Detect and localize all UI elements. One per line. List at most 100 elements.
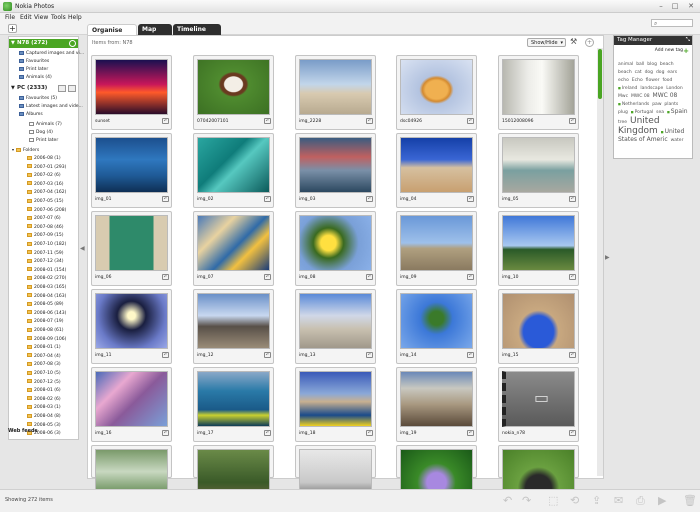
expand-right-panel-icon[interactable]: ▶ — [605, 254, 610, 261]
album-item[interactable]: Dog (4) — [29, 129, 53, 136]
tab-timeline[interactable]: Timeline — [173, 24, 221, 35]
tag-item[interactable]: food — [662, 78, 672, 83]
photo-thumbnail[interactable]: img_13 ↶ — [295, 289, 376, 364]
undo-icon[interactable]: ↶ — [503, 494, 512, 507]
tag-item[interactable]: ears — [667, 70, 677, 75]
tag-item[interactable]: London — [666, 86, 683, 91]
folder-item[interactable]: 2008-01 (6) — [27, 387, 61, 394]
folder-item[interactable]: 2006-08 (1) — [27, 155, 61, 162]
photo-thumbnail[interactable]: ▭ nokia_n78 ↶ — [498, 367, 579, 442]
photo-image[interactable] — [197, 137, 270, 193]
photo-image[interactable] — [502, 215, 575, 271]
share-flag-icon[interactable]: ↶ — [162, 274, 169, 280]
photo-image[interactable] — [400, 59, 473, 115]
folder-item[interactable]: 2008-02 (270) — [27, 275, 66, 282]
maximize-button[interactable]: □ — [668, 1, 682, 11]
sidebar-item[interactable]: Favourites — [19, 58, 49, 65]
tag-item[interactable]: cat — [635, 70, 642, 75]
folder-item[interactable]: 2007-04 (162) — [27, 189, 66, 196]
photo-image[interactable] — [400, 371, 473, 427]
photo-image[interactable] — [299, 293, 372, 349]
sidebar-item-web-feeds[interactable]: Web feeds — [8, 428, 38, 435]
menu-help[interactable]: Help — [68, 14, 82, 21]
photo-thumbnail[interactable]: img_08 ↶ — [295, 211, 376, 286]
menu-file[interactable]: File — [5, 14, 15, 21]
share-flag-icon[interactable]: ↶ — [162, 430, 169, 436]
photo-image[interactable] — [95, 215, 168, 271]
photo-thumbnail[interactable]: img_15 ↶ — [498, 289, 579, 364]
folder-item[interactable]: 2008-02 (6) — [27, 396, 61, 403]
photo-image[interactable] — [197, 59, 270, 115]
tag-item[interactable]: plants — [664, 102, 678, 107]
photo-image[interactable] — [197, 293, 270, 349]
folder-item[interactable]: 2007-10 (182) — [27, 241, 66, 248]
close-icon[interactable]: ⤡ — [686, 36, 690, 45]
photo-thumbnail[interactable]: img_2228 ↶ — [295, 55, 376, 130]
photo-image[interactable] — [299, 137, 372, 193]
tag-item[interactable]: Mwc — [618, 94, 628, 99]
folder-item[interactable]: 2007-05 (15) — [27, 198, 63, 205]
tag-item[interactable]: beach — [660, 62, 674, 67]
folder-item[interactable]: 2008-05 (89) — [27, 301, 63, 308]
folder-item[interactable]: 2008-09 (106) — [27, 336, 66, 343]
photo-thumbnail[interactable]: img_03 ↶ — [295, 133, 376, 208]
folder-item[interactable]: 2007-03 (16) — [27, 181, 63, 188]
photo-thumbnail[interactable] — [193, 445, 274, 505]
tag-item[interactable]: water — [671, 138, 684, 143]
menu-edit[interactable]: Edit — [20, 14, 32, 21]
search-input[interactable]: ⌕ — [651, 19, 693, 27]
minimize-button[interactable]: – — [654, 1, 668, 11]
folder-item[interactable]: 2008-04 (163) — [27, 293, 66, 300]
sync-icon[interactable] — [69, 40, 76, 47]
share-flag-icon[interactable]: ↶ — [366, 274, 373, 280]
share-flag-icon[interactable]: ↶ — [467, 274, 474, 280]
list-view-icon[interactable] — [58, 85, 66, 92]
add-plus-icon[interactable]: + — [8, 24, 17, 33]
sidebar-item[interactable]: Favourites (5) — [19, 95, 57, 102]
photo-image[interactable] — [400, 137, 473, 193]
photo-thumbnail[interactable]: img_16 ↶ — [91, 367, 172, 442]
tag-item[interactable]: United Kingdom — [618, 116, 660, 136]
share-flag-icon[interactable]: ↶ — [569, 196, 576, 202]
sidebar-item[interactable]: Albums — [19, 111, 43, 118]
sidebar-item-folders[interactable]: ▾ Folders — [12, 146, 39, 153]
share-flag-icon[interactable]: ↶ — [366, 118, 373, 124]
tag-item[interactable]: beach — [618, 70, 632, 75]
grid-view-icon[interactable] — [68, 85, 76, 92]
tag-item[interactable]: plug — [618, 110, 628, 115]
share-flag-icon[interactable]: ↶ — [569, 274, 576, 280]
share-flag-icon[interactable]: ↶ — [569, 118, 576, 124]
share-flag-icon[interactable]: ↶ — [467, 118, 474, 124]
photo-image[interactable] — [502, 293, 575, 349]
folder-item[interactable]: 2008-06 (143) — [27, 310, 66, 317]
share-flag-icon[interactable]: ↶ — [467, 352, 474, 358]
photo-image[interactable] — [95, 293, 168, 349]
tag-item[interactable]: MWC 08 — [653, 92, 678, 99]
folder-item[interactable]: 2007-12 (34) — [27, 258, 63, 265]
add-new-tag-label[interactable]: Add new tag — [655, 48, 683, 53]
photo-image[interactable] — [197, 215, 270, 271]
share-flag-icon[interactable]: ↶ — [569, 430, 576, 436]
scrollbar-thumb[interactable] — [598, 49, 602, 99]
close-button[interactable]: ✕ — [684, 1, 698, 11]
tag-item[interactable]: blog — [647, 62, 657, 67]
share-flag-icon[interactable]: ↶ — [264, 196, 271, 202]
share-icon[interactable]: ⇪ — [592, 494, 601, 507]
menu-view[interactable]: View — [34, 14, 48, 21]
photo-image[interactable] — [502, 59, 575, 115]
tag-item[interactable]: echo — [618, 78, 629, 83]
folder-item[interactable]: 2008-08 (61) — [27, 327, 63, 334]
tag-item[interactable]: dog — [656, 70, 664, 75]
tag-item[interactable]: Ireland — [622, 86, 638, 91]
folder-item[interactable]: 2007-06 (208) — [27, 207, 66, 214]
slideshow-icon[interactable]: ▶ — [658, 494, 666, 507]
tag-item[interactable]: Portugal — [635, 110, 654, 115]
folder-item[interactable]: 2007-01 (293) — [27, 164, 66, 171]
rotate-icon[interactable]: ⟲ — [570, 494, 579, 507]
photo-image[interactable] — [299, 371, 372, 427]
folder-item[interactable]: 2008-04 (8) — [27, 413, 61, 420]
tag-item[interactable]: Spain — [671, 108, 688, 115]
folder-item[interactable]: 2007-07 (6) — [27, 215, 61, 222]
photo-thumbnail[interactable]: img_12 ↶ — [193, 289, 274, 364]
collapse-left-panel-icon[interactable]: ◀ — [80, 245, 85, 252]
